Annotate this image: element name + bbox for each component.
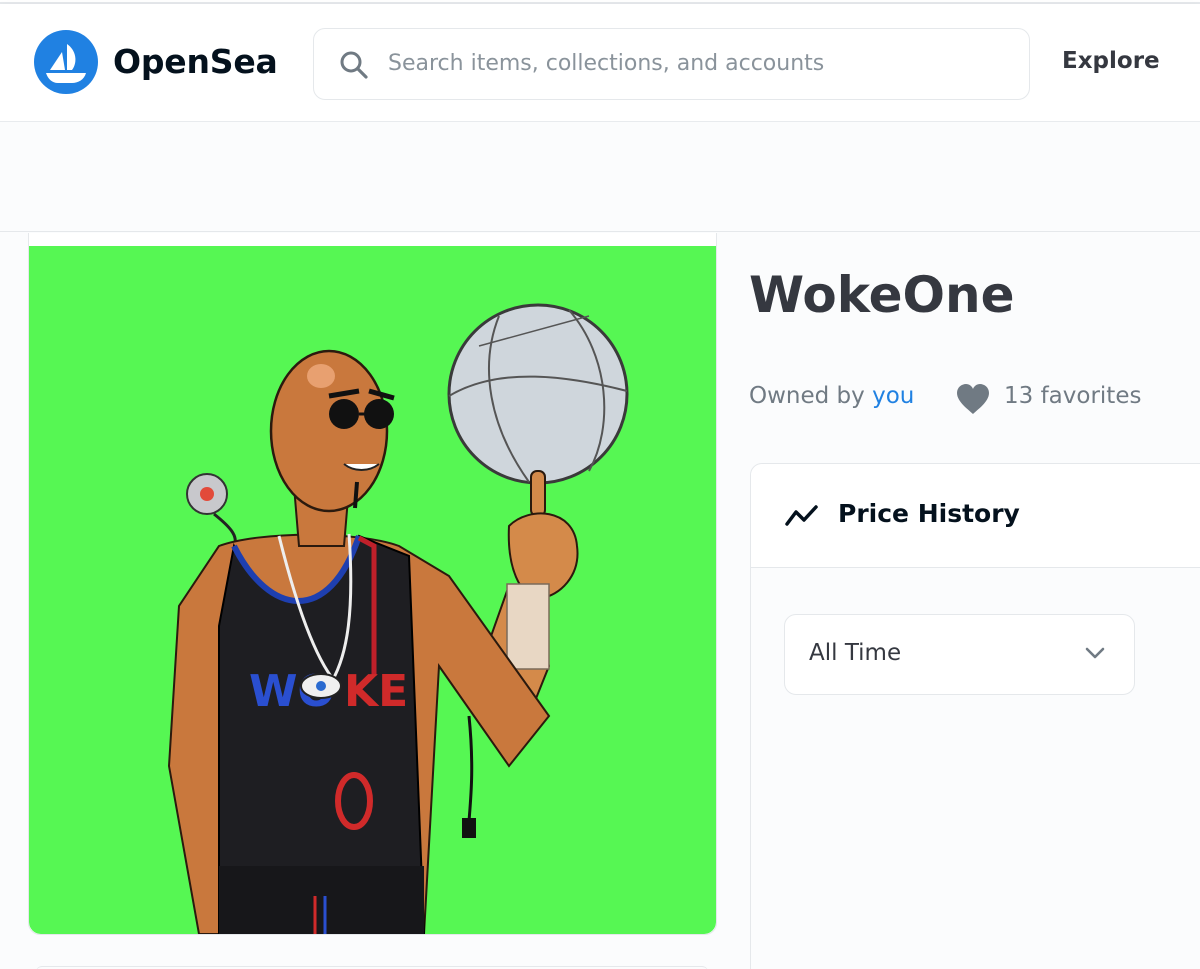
nav-explore-link[interactable]: Explore — [1062, 48, 1160, 74]
site-header: OpenSea Explore — [0, 4, 1200, 122]
trend-line-icon — [785, 505, 818, 526]
item-title: WokeOne — [749, 266, 1015, 324]
owned-by-label: Owned by — [749, 383, 865, 409]
time-range-select[interactable]: All Time — [784, 614, 1135, 695]
chevron-down-icon — [1085, 647, 1105, 659]
search-bar[interactable] — [313, 28, 1030, 100]
nft-artwork[interactable]: WO KE — [29, 246, 716, 934]
collection-band — [0, 122, 1200, 232]
price-history-title: Price History — [838, 499, 1020, 528]
search-input[interactable] — [388, 29, 1008, 98]
search-icon — [340, 51, 368, 79]
favorites-count[interactable]: 13 favorites — [1004, 383, 1141, 409]
owned-by: Owned by you — [749, 383, 914, 409]
item-image-card: WO KE — [28, 233, 717, 935]
price-history-header[interactable]: Price History — [751, 464, 1200, 568]
heart-icon[interactable] — [955, 382, 991, 416]
time-range-value: All Time — [809, 640, 902, 666]
brand-name[interactable]: OpenSea — [113, 42, 278, 81]
price-history-panel: Price History All Time — [750, 463, 1200, 969]
svg-text:KE: KE — [344, 666, 408, 717]
owner-link[interactable]: you — [872, 383, 914, 409]
opensea-logo-icon[interactable] — [34, 30, 98, 94]
price-history-body: All Time — [751, 568, 1200, 969]
